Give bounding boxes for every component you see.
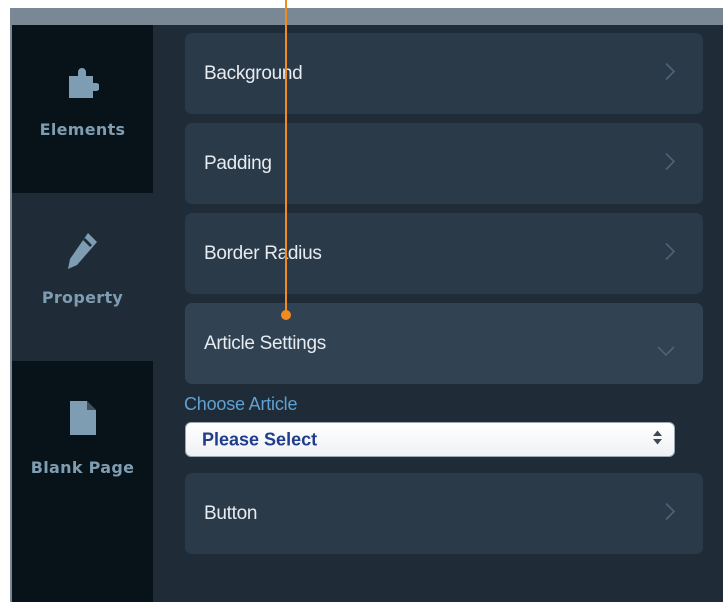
chevron-right-icon: [665, 62, 676, 85]
page-icon: [68, 399, 98, 442]
sidebar-item-blank-page[interactable]: Blank Page: [12, 361, 153, 529]
select-value: Please Select: [202, 429, 318, 449]
pencil-icon: [66, 231, 100, 276]
sidebar-item-elements[interactable]: Elements: [12, 25, 153, 193]
article-select[interactable]: Please Select: [185, 422, 675, 457]
chevron-right-icon: [665, 502, 676, 525]
sidebar-item-label: Blank Page: [30, 458, 135, 477]
accordion-border-radius[interactable]: Border Radius: [185, 213, 703, 294]
accordion-article-settings[interactable]: Article Settings: [185, 303, 703, 384]
sidebar-item-property[interactable]: Property: [12, 193, 153, 361]
accordion-label: Background: [204, 62, 303, 84]
accordion-label: Border Radius: [204, 242, 322, 264]
chevron-down-icon: [657, 343, 675, 361]
sidebar-item-label: Elements: [39, 120, 126, 139]
sidebar-item-label: Property: [41, 288, 124, 307]
puzzle-icon: [67, 64, 100, 103]
callout-pointer-line: [285, 0, 287, 314]
accordion-label: Article Settings: [204, 332, 326, 354]
callout-pointer-dot: [281, 310, 291, 320]
accordion-label: Button: [204, 502, 258, 524]
accordion-padding[interactable]: Padding: [185, 123, 703, 204]
accordion-button[interactable]: Button: [185, 473, 703, 554]
chevron-right-icon: [665, 242, 676, 265]
chevron-right-icon: [665, 152, 676, 175]
choose-article-label: Choose Article: [184, 394, 298, 414]
accordion-background[interactable]: Background: [185, 33, 703, 114]
accordion-label: Padding: [204, 152, 272, 174]
select-arrows-icon: [653, 430, 662, 449]
